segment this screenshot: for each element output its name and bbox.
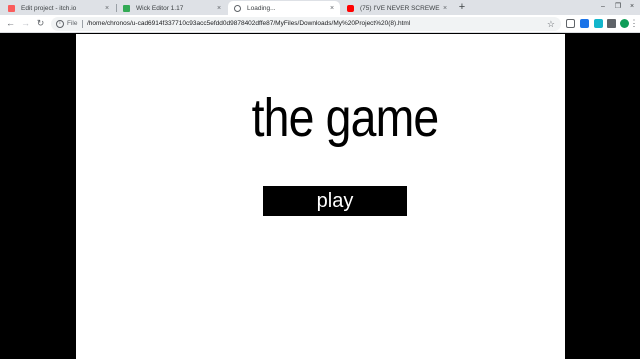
browser-toolbar: ← → ↻ i File /home/chronos/u-cad6914f337…	[0, 15, 640, 33]
omnibox-divider	[82, 20, 83, 28]
tab-title: (75) I'VE NEVER SCREWED UP TH	[360, 4, 440, 12]
close-icon[interactable]: ×	[102, 5, 112, 12]
extension-3-icon[interactable]	[594, 19, 603, 28]
tab-title: Loading...	[247, 4, 276, 12]
forward-icon[interactable]: →	[19, 17, 32, 30]
tab-youtube[interactable]: (75) I'VE NEVER SCREWED UP TH ×	[341, 1, 453, 15]
menu-icon[interactable]: ⋮	[629, 17, 639, 30]
tab-title: Wick Editor 1.17	[136, 4, 184, 12]
youtube-icon	[347, 4, 354, 12]
url-text[interactable]: /home/chronos/u-cad6914f337710c93acc5efd…	[87, 19, 410, 29]
play-button[interactable]: play	[263, 186, 407, 216]
tab-title: Edit project - itch.io	[21, 4, 77, 12]
window-close-icon[interactable]: ×	[625, 1, 639, 13]
close-icon[interactable]: ×	[440, 5, 450, 12]
puzzle-icon[interactable]	[607, 19, 616, 28]
minimize-icon[interactable]: –	[596, 1, 610, 13]
back-icon[interactable]: ←	[4, 17, 17, 30]
game-stage: the game play	[76, 34, 565, 359]
url-scheme-label: File	[67, 20, 78, 27]
tab-strip: Edit project - itch.io × Wick Editor 1.1…	[0, 0, 640, 15]
tab-loading[interactable]: Loading... ×	[228, 1, 340, 15]
tab-edit-project[interactable]: Edit project - itch.io ×	[2, 1, 115, 15]
itchio-icon	[8, 4, 15, 12]
extension-1-icon[interactable]	[566, 19, 575, 28]
tab-wick-editor[interactable]: Wick Editor 1.17 ×	[117, 1, 227, 15]
extension-2-icon[interactable]	[580, 19, 589, 28]
page-viewport: the game play	[0, 34, 640, 359]
bookmark-star-icon[interactable]: ☆	[547, 18, 555, 30]
new-tab-button[interactable]: +	[456, 1, 468, 13]
info-icon[interactable]: i	[56, 20, 64, 28]
globe-icon	[234, 4, 241, 12]
address-bar[interactable]: i File /home/chronos/u-cad6914f337710c93…	[51, 17, 561, 31]
browser-chrome: Edit project - itch.io × Wick Editor 1.1…	[0, 0, 640, 33]
avatar-icon[interactable]	[620, 19, 629, 28]
wick-icon	[123, 4, 130, 12]
close-icon[interactable]: ×	[327, 5, 337, 12]
close-icon[interactable]: ×	[214, 5, 224, 12]
reload-icon[interactable]: ↻	[34, 17, 47, 30]
game-title: the game	[251, 88, 440, 148]
restore-icon[interactable]: ❐	[611, 1, 625, 13]
